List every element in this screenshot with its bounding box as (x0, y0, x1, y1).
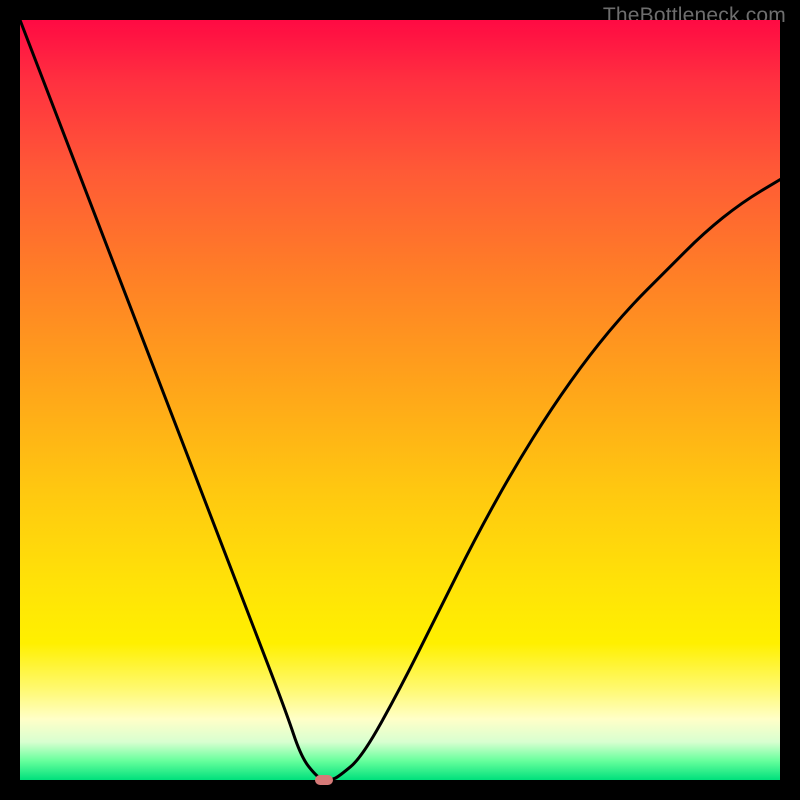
chart-frame (20, 20, 780, 780)
minimum-marker (315, 775, 333, 785)
bottleneck-curve (20, 20, 780, 780)
